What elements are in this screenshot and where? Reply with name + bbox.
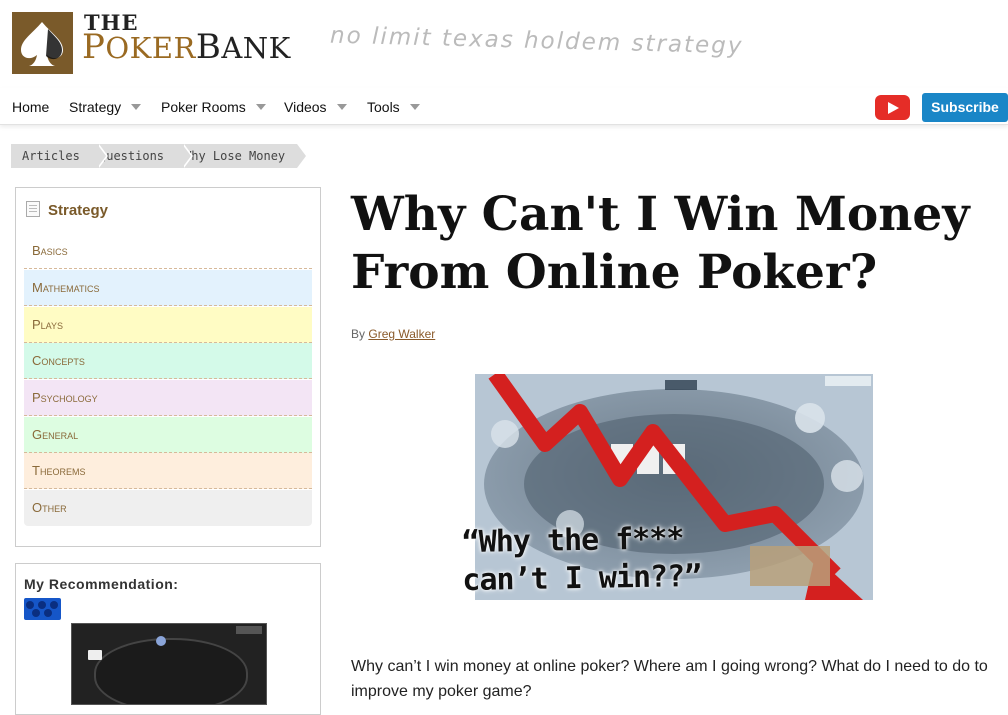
logo-p: P bbox=[82, 27, 106, 67]
nav-tools-label: Tools bbox=[367, 99, 400, 115]
player-seat bbox=[236, 626, 262, 634]
chevron-down-icon bbox=[409, 104, 420, 111]
author-link[interactable]: Greg Walker bbox=[368, 327, 435, 341]
recommendation-widget: My Recommendation: bbox=[15, 563, 321, 715]
logo-ank: ANK bbox=[221, 31, 291, 65]
category-plays[interactable]: Plays bbox=[24, 307, 312, 343]
playing-card bbox=[88, 650, 102, 660]
subscribe-button[interactable]: Subscribe bbox=[922, 93, 1008, 122]
document-icon bbox=[26, 201, 40, 218]
category-general[interactable]: General bbox=[24, 417, 312, 453]
poker-site-logo-icon[interactable] bbox=[24, 598, 61, 620]
nav-home[interactable]: Home bbox=[12, 99, 49, 115]
category-basics[interactable]: Basics bbox=[24, 233, 312, 269]
chevron-down-icon bbox=[131, 104, 142, 111]
strategy-widget: Strategy Basics Mathematics Plays Concep… bbox=[15, 187, 321, 547]
byline-prefix: By bbox=[351, 327, 366, 341]
nav-poker-rooms-label: Poker Rooms bbox=[161, 99, 246, 115]
nav-home-label: Home bbox=[12, 99, 50, 115]
category-theorems[interactable]: Theorems bbox=[24, 453, 312, 489]
strategy-heading: Strategy bbox=[26, 201, 109, 219]
article-title: Why Can't I Win Money From Online Poker? bbox=[351, 187, 970, 300]
player-avatar bbox=[156, 636, 166, 646]
nav-strategy[interactable]: Strategy bbox=[69, 99, 142, 115]
poker-client-screenshot[interactable] bbox=[71, 623, 267, 705]
caption-line-2: can’t I win??” bbox=[462, 558, 702, 599]
category-other[interactable]: Other bbox=[24, 490, 312, 526]
strategy-heading-label: Strategy bbox=[48, 202, 109, 219]
nav-videos[interactable]: Videos bbox=[284, 99, 347, 115]
caption-line-1: “Why the f*** bbox=[461, 521, 684, 561]
category-mathematics[interactable]: Mathematics bbox=[24, 270, 312, 306]
logo-wordmark[interactable]: POKERBANK bbox=[82, 27, 291, 67]
nav-strategy-label: Strategy bbox=[69, 99, 122, 115]
breadcrumb-articles[interactable]: Articles bbox=[11, 144, 108, 168]
nav-videos-label: Videos bbox=[284, 99, 327, 115]
site-header: THE POKERBANK no limit texas holdem stra… bbox=[0, 0, 1008, 88]
chevron-down-icon bbox=[255, 104, 266, 111]
recommendation-heading: My Recommendation: bbox=[24, 576, 179, 592]
nav-poker-rooms[interactable]: Poker Rooms bbox=[161, 99, 266, 115]
logo-b: B bbox=[195, 27, 222, 67]
nav-tools[interactable]: Tools bbox=[367, 99, 420, 115]
chevron-down-icon bbox=[336, 104, 347, 111]
byline: By Greg Walker bbox=[351, 327, 435, 341]
category-concepts[interactable]: Concepts bbox=[24, 343, 312, 379]
main-nav: Home Strategy Poker Rooms Videos Tools bbox=[0, 88, 1008, 125]
hero-caption: “Why the f*** can’t I win??” bbox=[461, 520, 701, 600]
site-tagline: no limit texas holdem strategy bbox=[329, 22, 744, 60]
poker-table-image bbox=[94, 638, 248, 704]
spade-logo-icon[interactable] bbox=[12, 12, 73, 74]
youtube-icon[interactable] bbox=[875, 95, 910, 120]
logo-oker: OKER bbox=[105, 31, 196, 65]
category-psychology[interactable]: Psychology bbox=[24, 380, 312, 416]
